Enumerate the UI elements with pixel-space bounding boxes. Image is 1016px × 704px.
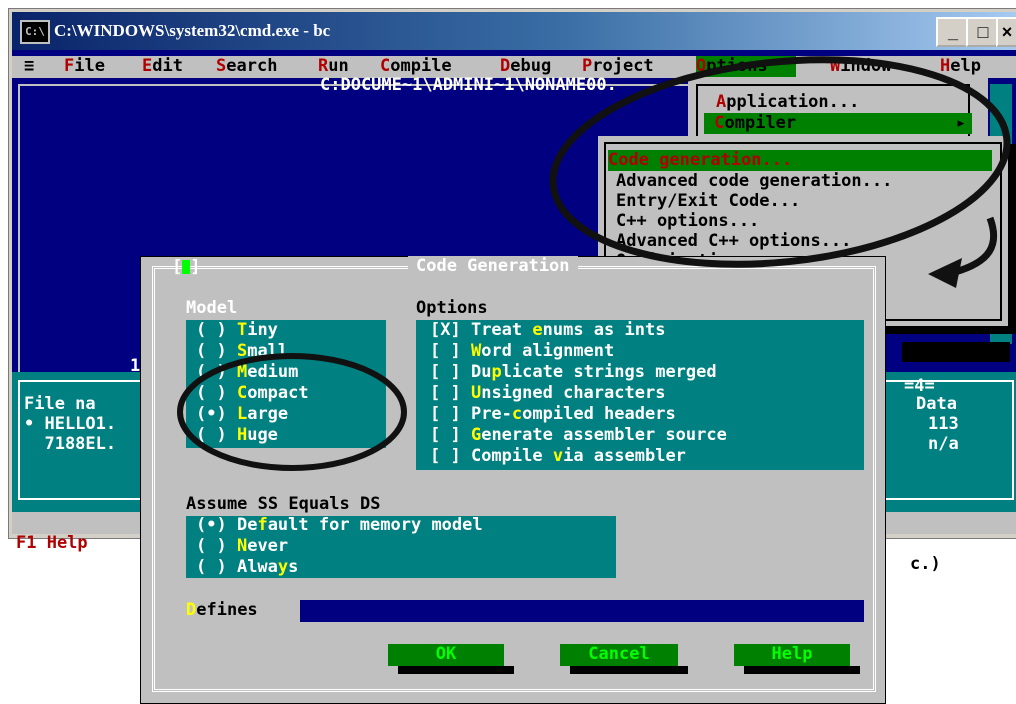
checkbox-indicator: [ ] <box>430 425 471 445</box>
cancel-button[interactable]: Cancel <box>560 644 688 674</box>
radio-label: Never <box>236 536 289 556</box>
radio-indicator: (•) <box>196 515 237 535</box>
menu-options[interactable]: Options <box>696 56 796 77</box>
window-title: C:\WINDOWS\system32\cmd.exe - bc <box>54 21 331 40</box>
cmd-icon[interactable]: C:\ <box>20 20 50 44</box>
assume-ss-radio-1[interactable]: (•) Default for memory model <box>196 515 483 536</box>
window-number: =4= <box>904 376 935 396</box>
radio-label: Medium <box>236 362 299 382</box>
model-label: Model <box>186 298 238 318</box>
status-right: c.) <box>910 554 941 574</box>
options-label: Options <box>416 298 488 318</box>
editor-title: C:DOCUME~1\ADMINI~1\NONAME00. <box>320 75 617 95</box>
menu-compile[interactable]: Compile <box>380 56 452 77</box>
dialog-close-button[interactable]: [] <box>172 257 201 278</box>
menu-project[interactable]: Project <box>582 56 654 77</box>
model-radio-compact[interactable]: ( ) Compact <box>196 383 309 404</box>
checkbox-label: Word alignment <box>470 341 615 361</box>
project-col-file: File na <box>24 394 96 414</box>
close-icon <box>182 260 191 274</box>
project-col-data: Data <box>916 394 957 414</box>
project-data-value: 113 <box>928 414 959 434</box>
model-radio-small[interactable]: ( ) Small <box>196 341 288 362</box>
checkbox-label: Generate assembler source <box>470 425 727 445</box>
model-radio-tiny[interactable]: ( ) Tiny <box>196 320 278 341</box>
checkbox-indicator: [ ] <box>430 383 471 403</box>
menu-item-compiler[interactable]: Compiler ▸ <box>704 113 972 134</box>
menu-edit[interactable]: Edit <box>142 56 183 77</box>
close-button[interactable]: × <box>996 17 1016 47</box>
menu-file[interactable]: File <box>64 56 105 77</box>
radio-label: Small <box>236 341 289 361</box>
radio-indicator: ( ) <box>196 341 237 361</box>
radio-label: Default for memory model <box>236 515 483 535</box>
ok-button[interactable]: OK <box>388 644 514 674</box>
radio-label: Compact <box>236 383 309 403</box>
option-checkbox-2[interactable]: [ ] Word alignment <box>430 341 614 362</box>
editor-hscroll[interactable] <box>902 342 1010 362</box>
checkbox-indicator: [ ] <box>430 341 471 361</box>
radio-label: Tiny <box>236 320 278 340</box>
checkbox-label: Treat enums as ints <box>470 320 666 340</box>
radio-label: Huge <box>236 425 278 445</box>
maximize-button[interactable]: □ <box>966 17 1000 47</box>
radio-indicator: (•) <box>196 404 237 424</box>
menu-item-advanced-code-generation[interactable]: Advanced code generation... <box>616 171 892 192</box>
project-data-na: n/a <box>928 434 959 454</box>
option-checkbox-7[interactable]: [ ] Compile via assembler <box>430 446 686 467</box>
minimize-button[interactable]: _ <box>936 17 970 47</box>
model-radio-huge[interactable]: ( ) Huge <box>196 425 278 446</box>
checkbox-indicator: [ ] <box>430 404 471 424</box>
menu-item-code-generation[interactable]: Code generation... <box>608 150 992 171</box>
menu-item-application[interactable]: Application... <box>716 92 859 113</box>
radio-indicator: ( ) <box>196 557 237 577</box>
option-checkbox-6[interactable]: [ ] Generate assembler source <box>430 425 727 446</box>
assume-ss-radio-2[interactable]: ( ) Never <box>196 536 288 557</box>
checkbox-indicator: [ ] <box>430 362 471 382</box>
radio-indicator: ( ) <box>196 536 237 556</box>
radio-indicator: ( ) <box>196 320 237 340</box>
dialog-title: Code Generation <box>408 256 578 277</box>
project-file-hello[interactable]: • HELLO1. <box>24 414 116 435</box>
menu-item-cpp-options[interactable]: C++ options... <box>616 211 759 232</box>
menu-help[interactable]: Help <box>940 56 981 77</box>
assume-ss-label: Assume SS Equals DS <box>186 494 381 514</box>
system-menu[interactable]: ≡ <box>24 56 34 77</box>
radio-indicator: ( ) <box>196 362 237 382</box>
checkbox-label: Unsigned characters <box>470 383 666 403</box>
menu-debug[interactable]: Debug <box>500 56 551 77</box>
menu-search[interactable]: Search <box>216 56 277 77</box>
help-button[interactable]: Help <box>734 644 860 674</box>
option-checkbox-4[interactable]: [ ] Unsigned characters <box>430 383 665 404</box>
radio-indicator: ( ) <box>196 383 237 403</box>
defines-label: Defines <box>186 600 258 620</box>
model-radio-medium[interactable]: ( ) Medium <box>196 362 298 383</box>
model-radio-large[interactable]: (•) Large <box>196 404 288 425</box>
submenu-arrow-icon: ▸ <box>955 113 966 133</box>
radio-indicator: ( ) <box>196 425 237 445</box>
defines-input[interactable] <box>300 600 864 622</box>
project-file-7188el[interactable]: 7188EL. <box>24 434 116 455</box>
checkbox-label: Compile via assembler <box>470 446 686 466</box>
option-checkbox-5[interactable]: [ ] Pre-compiled headers <box>430 404 676 425</box>
option-checkbox-3[interactable]: [ ] Duplicate strings merged <box>430 362 717 383</box>
option-checkbox-1[interactable]: [X] Treat enums as ints <box>430 320 665 341</box>
radio-label: Always <box>236 557 299 577</box>
menu-item-advanced-cpp-options[interactable]: Advanced C++ options... <box>616 231 851 252</box>
checkbox-indicator: [X] <box>430 320 471 340</box>
checkbox-label: Pre-compiled headers <box>470 404 676 424</box>
assume-ss-radio-3[interactable]: ( ) Always <box>196 557 298 578</box>
status-help[interactable]: F1 Help <box>16 533 88 554</box>
menu-run[interactable]: Run <box>318 56 349 77</box>
checkbox-label: Duplicate strings merged <box>470 362 717 382</box>
radio-label: Large <box>236 404 289 424</box>
menu-item-entry-exit-code[interactable]: Entry/Exit Code... <box>616 191 800 212</box>
checkbox-indicator: [ ] <box>430 446 471 466</box>
menu-window[interactable]: Window <box>830 56 891 77</box>
